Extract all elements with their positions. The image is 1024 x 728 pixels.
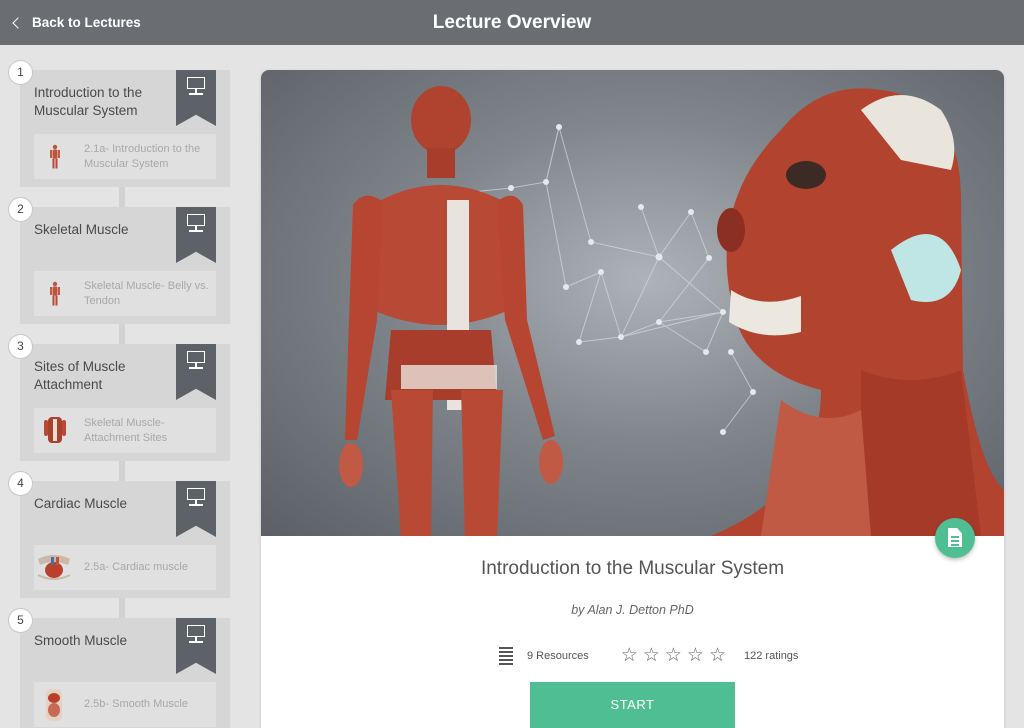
star-icon[interactable]: ☆ <box>621 646 638 666</box>
document-button[interactable] <box>935 518 975 558</box>
organs-thumbnail-icon <box>34 682 74 727</box>
back-label: Back to Lectures <box>32 15 141 30</box>
lecture-number: 1 <box>8 60 33 85</box>
page-title: Lecture Overview <box>432 12 592 33</box>
resource-label: Skeletal Muscle- Belly vs. Tendon <box>84 279 209 307</box>
lecture-meta: 9 Resources ☆ ☆ ☆ ☆ ☆ 122 ratings <box>499 645 798 667</box>
star-rating[interactable]: ☆ ☆ ☆ ☆ ☆ <box>621 646 726 666</box>
star-icon[interactable]: ☆ <box>665 646 682 666</box>
body-thumbnail-icon <box>34 134 74 179</box>
connector-line <box>119 596 125 618</box>
resource-item[interactable]: Skeletal Muscle- Belly vs. Tendon <box>34 271 216 316</box>
start-button[interactable]: START <box>530 682 735 728</box>
presentation-ribbon-icon <box>176 70 216 126</box>
ratings-count: 122 ratings <box>744 650 799 662</box>
presentation-ribbon-icon <box>176 618 216 674</box>
star-icon[interactable]: ☆ <box>643 646 660 666</box>
lecture-number: 2 <box>8 197 33 222</box>
lecture-title: Sites of Muscle Attachment <box>34 359 126 392</box>
resources-count: 9 Resources <box>527 650 589 662</box>
connector-line <box>119 322 125 344</box>
lecture-item-1[interactable]: 1 Introduction to the Muscular System 2.… <box>8 60 230 187</box>
lecture-number: 4 <box>8 471 33 496</box>
presentation-ribbon-icon <box>176 344 216 400</box>
chevron-left-icon <box>12 16 24 29</box>
resource-label: 2.5a- Cardiac muscle <box>84 561 188 573</box>
back-to-lectures-button[interactable]: Back to Lectures <box>12 0 141 45</box>
lecture-title: Smooth Muscle <box>34 633 128 648</box>
lecture-title: Skeletal Muscle <box>34 222 129 237</box>
lecture-number: 5 <box>8 608 33 633</box>
star-icon[interactable]: ☆ <box>687 646 704 666</box>
resource-label: 2.5b- Smooth Muscle <box>84 698 188 710</box>
lecture-number: 3 <box>8 334 33 359</box>
lecture-item-3[interactable]: 3 Sites of Muscle Attachment Skeletal Mu… <box>8 334 230 461</box>
resource-item[interactable]: 2.5b- Smooth Muscle <box>34 682 216 727</box>
connector-line <box>119 459 125 481</box>
list-icon <box>499 646 513 666</box>
torso-thumbnail-icon <box>34 408 74 453</box>
resource-item[interactable]: Skeletal Muscle- Attachment Sites <box>34 408 216 453</box>
lecture-item-5[interactable]: 5 Smooth Muscle 2.5b- Smooth Muscle <box>8 608 230 728</box>
heart-thumbnail-icon <box>34 545 74 590</box>
connector-line <box>119 185 125 207</box>
resource-label: 2.1a- Introduction to the Muscular Syste… <box>84 142 201 170</box>
lecture-title-heading: Introduction to the Muscular System <box>480 558 785 579</box>
resource-item[interactable]: 2.5a- Cardiac muscle <box>34 545 216 590</box>
body-thumbnail-icon <box>34 271 74 316</box>
lecture-title: Introduction to the Muscular System <box>34 85 143 118</box>
lecture-item-2[interactable]: 2 Skeletal Muscle Skeletal Muscle- Belly… <box>8 197 230 324</box>
muscular-system-hero-image <box>261 70 1004 536</box>
presentation-ribbon-icon <box>176 481 216 537</box>
lecture-card: Introduction to the Muscular System by A… <box>261 70 1004 728</box>
resource-item[interactable]: 2.1a- Introduction to the Muscular Syste… <box>34 134 216 179</box>
lecture-title: Cardiac Muscle <box>34 496 128 511</box>
author-name: by Alan J. Detton PhD <box>571 603 694 617</box>
resource-label: Skeletal Muscle- Attachment Sites <box>84 416 168 444</box>
star-icon[interactable]: ☆ <box>709 646 726 666</box>
presentation-ribbon-icon <box>176 207 216 263</box>
lecture-item-4[interactable]: 4 Cardiac Muscle 2.5a- Cardiac muscle <box>8 471 230 598</box>
top-bar: Back to Lectures Lecture Overview <box>0 0 1024 45</box>
